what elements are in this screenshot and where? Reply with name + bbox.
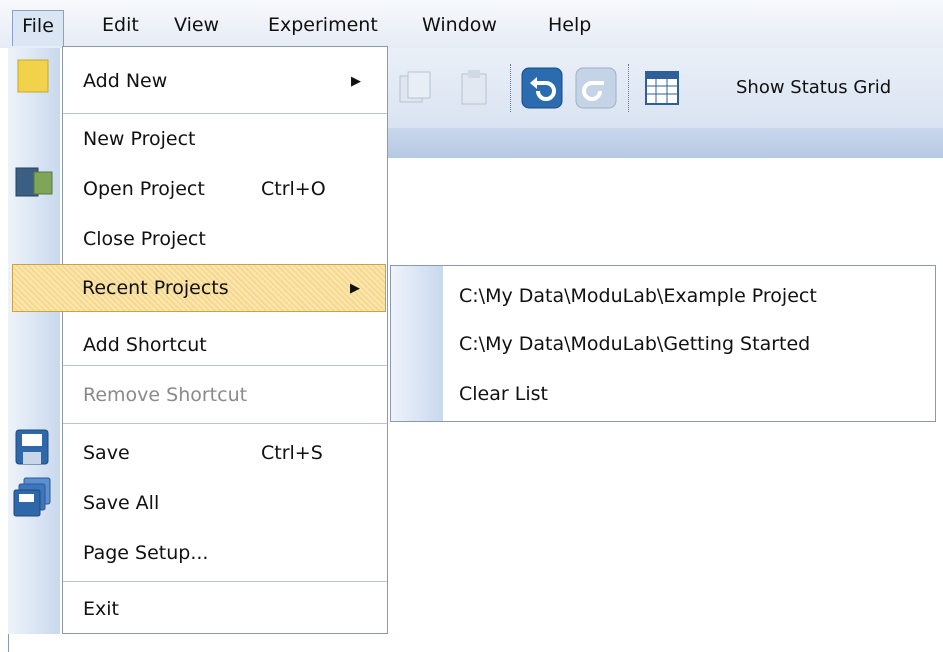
submenu-arrow-icon: ▶ <box>350 280 360 296</box>
recent-project-item[interactable]: C:\My Data\ModuLab\Getting Started <box>459 324 810 364</box>
menu-item-shortcut: Ctrl+S <box>261 442 323 464</box>
recent-projects-submenu: C:\My Data\ModuLab\Example Project C:\My… <box>390 265 936 422</box>
menu-item-label: Remove Shortcut <box>83 384 248 406</box>
menu-file[interactable]: File <box>12 10 64 46</box>
open-project-icon <box>12 162 56 207</box>
toolbar-strip <box>388 128 943 158</box>
menu-view[interactable]: View <box>168 10 225 40</box>
submenu-arrow-icon: ▶ <box>351 73 361 89</box>
menu-item-shortcut: Ctrl+O <box>261 178 326 200</box>
folder-icon <box>14 54 52 99</box>
menu-item-label: Save All <box>83 492 160 514</box>
menu-experiment[interactable]: Experiment <box>262 10 384 40</box>
submenu-icon-column <box>391 266 443 421</box>
menu-item-exit[interactable]: Exit <box>63 589 387 629</box>
menu-item-remove-shortcut: Remove Shortcut <box>63 375 387 415</box>
menu-item-add-new[interactable]: Add New ▶ <box>63 61 387 101</box>
menu-item-label: Add Shortcut <box>83 334 207 356</box>
redo-icon[interactable] <box>574 66 618 110</box>
menu-bar: File Edit View Experiment Window Help <box>0 0 943 48</box>
status-grid-icon[interactable] <box>642 68 682 108</box>
menu-item-label: Close Project <box>83 228 206 250</box>
menu-window[interactable]: Window <box>416 10 503 40</box>
menu-item-open-project[interactable]: Open Project Ctrl+O <box>63 169 387 209</box>
menu-edit[interactable]: Edit <box>96 10 145 40</box>
file-menu-dropdown: Add New ▶ New Project Open Project Ctrl+… <box>62 46 388 634</box>
menu-item-label: Exit <box>83 598 119 620</box>
menu-icon-column <box>8 48 60 634</box>
menu-help[interactable]: Help <box>542 10 597 40</box>
toolbar-separator <box>628 64 631 112</box>
paste-icon[interactable] <box>454 68 494 108</box>
menu-separator <box>63 113 387 114</box>
save-icon <box>10 426 54 475</box>
clear-list-item[interactable]: Clear List <box>459 374 548 414</box>
toolbar-separator <box>510 64 513 112</box>
menu-item-recent-projects[interactable]: Recent Projects ▶ <box>12 264 386 312</box>
menu-item-close-project[interactable]: Close Project <box>63 219 387 259</box>
menu-separator <box>63 581 387 582</box>
menu-item-label: Open Project <box>83 178 205 200</box>
menu-item-label: Save <box>83 442 130 464</box>
undo-icon[interactable] <box>520 66 564 110</box>
menu-item-add-shortcut[interactable]: Add Shortcut <box>63 325 387 365</box>
save-all-icon <box>10 476 54 525</box>
menu-item-page-setup[interactable]: Page Setup... <box>63 533 387 573</box>
menu-item-label: Page Setup... <box>83 542 209 564</box>
menu-item-label: Recent Projects <box>82 277 229 299</box>
show-status-grid-button[interactable]: Show Status Grid <box>736 72 891 104</box>
menu-separator <box>63 365 387 366</box>
copy-icon[interactable] <box>394 68 434 108</box>
menu-item-new-project[interactable]: New Project <box>63 119 387 159</box>
menu-item-label: Add New <box>83 70 168 92</box>
menu-separator <box>63 423 387 424</box>
menu-item-label: New Project <box>83 128 196 150</box>
menu-item-save-all[interactable]: Save All <box>63 483 387 523</box>
menu-item-save[interactable]: Save Ctrl+S <box>63 433 387 473</box>
recent-project-item[interactable]: C:\My Data\ModuLab\Example Project <box>459 276 817 316</box>
toolbar: Show Status Grid <box>388 48 943 128</box>
